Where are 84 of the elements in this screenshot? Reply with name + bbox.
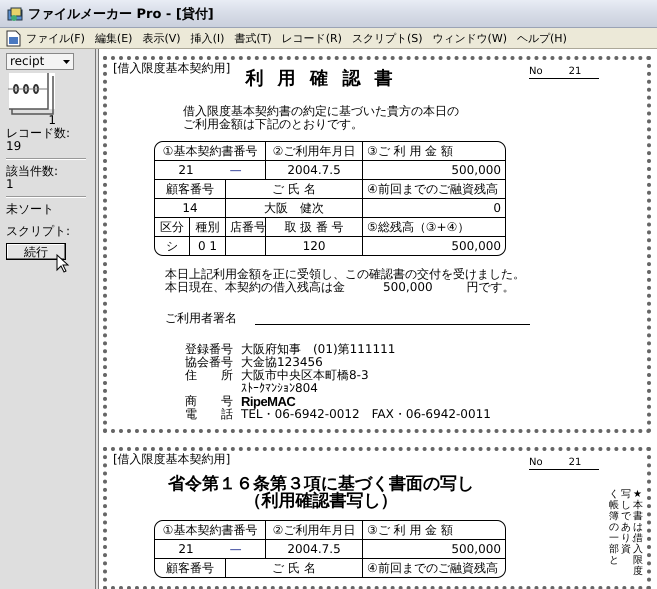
form-title: 利 用 確 認 書	[245, 69, 397, 89]
table-cell: 500,000	[451, 162, 502, 176]
table-cell: ②ご利用年月日	[272, 144, 356, 158]
intro-text: ご利用金額は下記のとおりです。	[183, 118, 364, 131]
info-value: ｽﾄｰｸﾏﾝｼｮﾝ804	[241, 382, 319, 395]
table-cell: ①基本契約書番号	[162, 522, 258, 536]
window-title: ファイルメーカー Pro - [貸付]	[28, 6, 214, 22]
number-value: 21	[568, 66, 582, 78]
table-cell: 21	[178, 542, 194, 556]
menu-item[interactable]: ヘルプ(H)	[512, 28, 572, 48]
table-cell: 区分	[160, 220, 184, 234]
company-name: RipeMAC	[241, 395, 296, 408]
table-cell: ご 氏 名	[272, 560, 316, 574]
table-cell: 21	[178, 162, 194, 176]
table-cell: ご 氏 名	[272, 182, 316, 196]
menu-item[interactable]: 表示(V)	[137, 28, 186, 48]
found-count-label: 該当件数:	[6, 165, 60, 178]
table-cell: 0	[493, 200, 502, 214]
table-cell: 500,000	[451, 238, 502, 252]
form-title: 省令第１６条第３項に基づく書面の写し	[168, 476, 474, 493]
record-count-label: レコード数:	[6, 127, 72, 140]
table-cell: ③ご 利 用 金 額	[367, 144, 454, 158]
number-label: No	[529, 66, 543, 78]
info-value: 大阪府知事 (01)第111111	[241, 343, 396, 356]
table-cell: ④前回までのご融資残高	[367, 560, 498, 574]
table-cell: ②ご利用年月日	[272, 522, 356, 536]
app-icon	[6, 6, 24, 22]
page-number: 1	[48, 114, 56, 127]
table-cell: 顧客番号	[166, 182, 214, 196]
table-cell: 0 1	[198, 238, 218, 252]
info-value: 大阪市中央区本町橋8-3	[241, 369, 370, 382]
table-cell: 取 扱 番 号	[284, 220, 344, 234]
number-label: No	[529, 457, 543, 469]
info-label: 商 号	[185, 395, 233, 408]
signature-label: ご利用者署名	[165, 312, 237, 325]
info-label: 住 所	[185, 369, 233, 384]
dash-mark: —	[230, 542, 242, 556]
menu-item[interactable]: 書式(T)	[229, 28, 277, 48]
balance-text: 本日現在、本契約の借入残高は金	[165, 281, 345, 294]
script-label: スクリプト:	[6, 225, 72, 238]
table-cell: 顧客番号	[166, 560, 214, 574]
table-cell: 大阪 健次	[264, 200, 324, 214]
table-cell: シ	[166, 238, 178, 252]
table-cell: ③ご 利 用 金 額	[367, 522, 454, 536]
table-cell: 2004.7.5	[287, 162, 341, 176]
record-count: 19	[6, 140, 22, 153]
table-cell: 120	[302, 238, 326, 252]
table-cell: ④前回までのご融資残高	[367, 182, 498, 196]
form-tag: [借入限度基本契約用]	[113, 453, 230, 466]
sort-status: 未ソート	[6, 203, 55, 216]
info-label: 登録番号	[185, 343, 233, 356]
info-label: 電 話	[185, 408, 233, 421]
layout-dropdown[interactable]: recipt	[6, 53, 74, 70]
table-cell: 2004.7.5	[287, 542, 341, 556]
table-cell: 14	[182, 200, 198, 214]
info-value: TEL・06-6942-0012 FAX・06-6942-0011	[241, 408, 491, 421]
menu-item[interactable]: 編集(E)	[90, 28, 138, 48]
dash-mark: —	[230, 162, 242, 176]
info-value: 大金協123456	[241, 356, 324, 369]
caret-icon	[63, 60, 70, 64]
balance-text: 円です。	[466, 281, 515, 294]
vertical-note: く帳簿の一部と	[609, 489, 619, 568]
menu-item[interactable]: ファイル(F)	[21, 28, 90, 48]
table-cell: 店番号	[230, 220, 266, 234]
form-tag: [借入限度基本契約用]	[113, 62, 230, 75]
table-cell: ⑤総残高（③+④）	[367, 220, 470, 234]
document-icon[interactable]	[6, 30, 21, 46]
book-icon[interactable]	[8, 72, 56, 116]
table-cell: 500,000	[451, 542, 502, 556]
cursor-icon	[56, 254, 70, 274]
receipt-text: 本日上記利用金額を正に受領し、この確認書の交付を受けました。	[165, 268, 526, 281]
info-label: 協会番号	[185, 356, 233, 369]
intro-text: 借入限度基本契約書の約定に基づいた貴方の本日の	[183, 105, 460, 118]
continue-button[interactable]: 続行	[6, 243, 66, 260]
table-cell: ①基本契約書番号	[162, 144, 258, 158]
menu-item[interactable]: 挿入(I)	[186, 28, 230, 48]
found-count: 1	[6, 178, 15, 191]
number-value: 21	[568, 457, 582, 469]
menu-item[interactable]: スクリプト(S)	[346, 28, 428, 48]
table-cell: 種別	[196, 220, 220, 234]
menu-item[interactable]: レコード(R)	[276, 28, 347, 48]
menu-item[interactable]: ウィンドウ(W)	[428, 28, 512, 48]
form-title: （利用確認書写し）	[244, 493, 398, 510]
balance-amount: 500,000	[383, 281, 433, 294]
